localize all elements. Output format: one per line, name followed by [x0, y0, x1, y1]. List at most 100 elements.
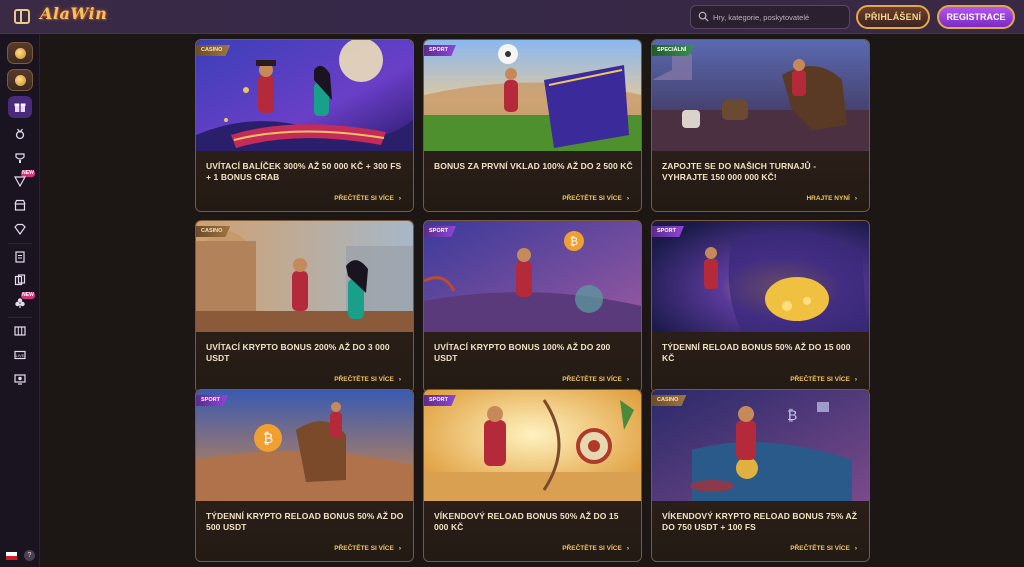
promo-info: Uvítací krypto bonus 100% až do 200 USDT… [424, 332, 641, 392]
category-tag: CASINO [196, 45, 231, 56]
chevron-right-icon: › [398, 545, 401, 552]
promo-info: Víkendový krypto reload bonus 75% až do … [652, 501, 869, 561]
sidebar-toggle-icon[interactable] [14, 9, 30, 24]
coin-icon [15, 48, 26, 59]
chevron-right-icon: › [854, 376, 857, 383]
promo-info: Víkendový reload bonus 50% až do 15 000 … [424, 501, 641, 561]
sidebar-sport-button[interactable] [7, 69, 33, 91]
promo-card[interactable]: CASINO Uvítací krypto bonus 200% až do 3… [195, 220, 414, 393]
sidebar-divider [8, 317, 32, 318]
chevron-right-icon: › [398, 376, 401, 383]
read-more-link[interactable]: Přečtěte si více › [562, 545, 629, 552]
club-icon[interactable] [14, 297, 26, 309]
register-button[interactable]: REGISTRACE [937, 5, 1015, 29]
promo-card[interactable]: SPORT Víkendový reload bonus 50% až do 1… [423, 389, 642, 562]
promotions-grid: CASINO Uvítací balíček 300% až 50 000 Kč… [41, 34, 1024, 567]
promo-image: ₿ [652, 390, 869, 501]
read-more-link[interactable]: Přečtěte si více › [334, 545, 401, 552]
chevron-right-icon: › [854, 545, 857, 552]
promo-title: Bonus za první vklad 100% až do 2 500 Kč [434, 161, 633, 171]
promo-info: Týdenní reload bonus 50% až do 15 000 Kč… [652, 332, 869, 392]
chevron-right-icon: › [626, 195, 629, 202]
promo-title: Víkendový krypto reload bonus 75% až do … [662, 511, 858, 532]
chevron-right-icon: › [854, 195, 857, 202]
search-input[interactable] [713, 9, 847, 26]
cta-label: Přečtěte si více [334, 545, 394, 552]
promo-info: Bonus za první vklad 100% až do 2 500 Kč… [424, 151, 641, 211]
category-tag: SPORT [652, 226, 684, 237]
document-icon[interactable] [14, 251, 26, 263]
cards-icon[interactable] [14, 274, 26, 286]
category-tag: SPECIÁLNÍ [652, 45, 695, 56]
promo-card[interactable]: SPORT Bonus za první vklad 100% až do 2 … [423, 39, 642, 212]
promo-card[interactable]: ₿ SPORT Týdenní krypto reload bonus 50% … [195, 389, 414, 562]
sidebar-casino-button[interactable] [7, 42, 33, 64]
promo-image [424, 40, 641, 151]
promo-title: Uvítací balíček 300% až 50 000 Kč + 300 … [206, 161, 402, 182]
cta-label: Hrajte nyní [806, 195, 850, 202]
cta-label: Přečtěte si více [562, 376, 622, 383]
category-tag: SPORT [424, 226, 456, 237]
chevron-right-icon: › [398, 195, 401, 202]
promo-info: Zapojte se do našich turnajů - vyhrajte … [652, 151, 869, 211]
cta-label: Přečtěte si více [790, 545, 850, 552]
gem-shard-icon[interactable] [14, 175, 26, 187]
svg-text:₿: ₿ [263, 430, 273, 446]
promo-card[interactable]: ₿ SPORT Uvítací krypto bonus 100% až do … [423, 220, 642, 393]
login-button[interactable]: PŘIHLÁŠENÍ [856, 5, 930, 29]
medal-icon[interactable] [14, 128, 26, 140]
logo-text: AlaWin [40, 4, 108, 23]
promo-title: Uvítací krypto bonus 200% až do 3 000 US… [206, 342, 390, 363]
trophy-icon[interactable] [14, 152, 26, 164]
svg-text:₿: ₿ [787, 407, 797, 423]
search-box[interactable] [690, 5, 850, 29]
live-icon[interactable]: LIVE [14, 349, 26, 361]
read-more-link[interactable]: Přečtěte si více › [334, 195, 401, 202]
sidebar-item-promotions[interactable] [8, 96, 32, 118]
promo-image [196, 40, 413, 151]
svg-text:LIVE: LIVE [16, 353, 25, 358]
shop-icon[interactable] [14, 199, 26, 211]
read-more-link[interactable]: Přečtěte si více › [790, 545, 857, 552]
chevron-right-icon: › [626, 376, 629, 383]
chevron-right-icon: › [626, 545, 629, 552]
promo-info: Uvítací krypto bonus 200% až do 3 000 US… [196, 332, 413, 392]
promo-info: Týdenní krypto reload bonus 50% až do 50… [196, 501, 413, 561]
promo-title: Týdenní reload bonus 50% až do 15 000 Kč [662, 342, 851, 363]
read-more-link[interactable]: Přečtěte si více › [790, 376, 857, 383]
promo-card[interactable]: SPORT Týdenní reload bonus 50% až do 15 … [651, 220, 870, 393]
category-tag: SPORT [424, 45, 456, 56]
read-more-link[interactable]: Přečtěte si více › [562, 376, 629, 383]
diamond-icon[interactable] [14, 223, 26, 235]
cta-label: Přečtěte si více [334, 195, 394, 202]
cta-label: Přečtěte si více [334, 376, 394, 383]
slots-icon[interactable] [14, 325, 26, 337]
play-now-link[interactable]: Hrajte nyní › [806, 195, 857, 202]
search-icon [698, 11, 709, 22]
category-tag: CASINO [196, 226, 231, 237]
help-icon[interactable]: ? [24, 550, 35, 561]
tv-games-icon[interactable] [14, 373, 26, 385]
promo-info: Uvítací balíček 300% až 50 000 Kč + 300 … [196, 151, 413, 211]
category-tag: SPORT [424, 395, 456, 406]
left-sidebar: NEW NEW LIVE ? [0, 34, 40, 567]
read-more-link[interactable]: Přečtěte si více › [334, 376, 401, 383]
promo-title: Zapojte se do našich turnajů - vyhrajte … [662, 161, 817, 182]
promo-card[interactable]: SPECIÁLNÍ Zapojte se do našich turnajů -… [651, 39, 870, 212]
brand-logo[interactable]: AlaWin [40, 4, 107, 28]
cta-label: Přečtěte si více [562, 195, 622, 202]
promo-title: Uvítací krypto bonus 100% až do 200 USDT [434, 342, 611, 363]
gift-icon [14, 103, 26, 112]
ball-icon [15, 75, 26, 86]
promo-card[interactable]: ₿ CASINO Víkendový krypto reload bonus 7… [651, 389, 870, 562]
read-more-link[interactable]: Přečtěte si více › [562, 195, 629, 202]
promo-title: Týdenní krypto reload bonus 50% až do 50… [206, 511, 404, 532]
sidebar-divider [8, 243, 32, 244]
cta-label: Přečtěte si více [790, 376, 850, 383]
language-flag-icon[interactable] [6, 552, 17, 560]
category-tag: SPORT [196, 395, 228, 406]
cta-label: Přečtěte si více [562, 545, 622, 552]
promo-card[interactable]: CASINO Uvítací balíček 300% až 50 000 Kč… [195, 39, 414, 212]
svg-text:₿: ₿ [570, 236, 578, 248]
top-header: AlaWin PŘIHLÁŠENÍ REGISTRACE [0, 0, 1024, 34]
